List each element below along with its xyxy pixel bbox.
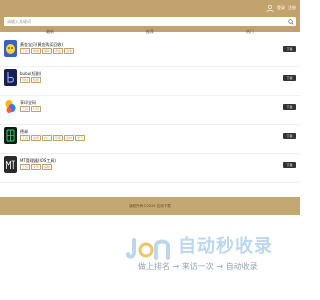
app-tag[interactable]: 黄金 xyxy=(53,48,64,54)
app-name[interactable]: 黄金宝贝(黄金购买回收) xyxy=(20,42,63,47)
app-tags: 工具 文件 编辑 xyxy=(20,164,53,170)
app-tag[interactable]: 工具 xyxy=(20,135,31,141)
login-link[interactable]: 登录 xyxy=(277,5,285,11)
list-item[interactable]: MT管理器(IOS工具) 工具 文件 编辑 下载 xyxy=(0,154,300,183)
app-name[interactable]: 享印全码 xyxy=(20,100,36,105)
bubu-b-icon[interactable] xyxy=(4,69,17,86)
list-item[interactable]: bubu(短剧) 视频 短剧 下载 xyxy=(0,67,300,96)
list-item[interactable]: 德昶 工具 效率 办公 管理 协作 学习 下载 xyxy=(0,125,300,154)
list-item[interactable]: 黄金宝贝(黄金购买回收) 工具 购物 理财 黄金 回收 下载 xyxy=(0,38,300,67)
app-tag[interactable]: 办公 xyxy=(42,135,53,141)
yellow-character-icon[interactable] xyxy=(4,40,17,57)
category-tabs: 最新 推荐 热门 xyxy=(0,28,300,36)
register-link[interactable]: 注册 xyxy=(288,5,296,11)
app-tag[interactable]: 视频 xyxy=(20,77,31,83)
download-button[interactable]: 下载 xyxy=(283,104,296,110)
page-footer: 版权所有©2025 应用下载 xyxy=(0,197,300,215)
app-tag[interactable]: 文件 xyxy=(31,164,42,170)
search-bar xyxy=(4,17,296,26)
app-tag[interactable]: 理财 xyxy=(42,48,53,54)
download-button[interactable]: 下载 xyxy=(283,133,296,139)
download-button[interactable]: 下载 xyxy=(283,162,296,168)
app-tag[interactable]: 学习 xyxy=(75,135,86,141)
app-tags: 工具 打印 xyxy=(20,106,42,112)
app-tag[interactable]: 协作 xyxy=(64,135,75,141)
app-name[interactable]: MT管理器(IOS工具) xyxy=(20,158,56,163)
user-area: 登录 注册 xyxy=(266,2,296,14)
app-tags: 视频 短剧 xyxy=(20,77,42,83)
download-button[interactable]: 下载 xyxy=(283,46,296,52)
app-tag[interactable]: 打印 xyxy=(31,106,42,112)
search-icon[interactable] xyxy=(288,18,294,25)
watermark-title: 自动秒收录 xyxy=(178,236,273,257)
app-tag[interactable]: 购物 xyxy=(31,48,42,54)
app-tag[interactable]: 回收 xyxy=(64,48,75,54)
app-tag[interactable]: 工具 xyxy=(20,164,31,170)
watermark-logo xyxy=(126,238,170,260)
mt-tool-icon[interactable] xyxy=(4,156,17,173)
app-tag[interactable]: 短剧 xyxy=(31,77,42,83)
user-icon[interactable] xyxy=(266,4,274,13)
app-name[interactable]: bubu(短剧) xyxy=(20,71,41,76)
app-tag[interactable]: 编辑 xyxy=(42,164,53,170)
app-list: 黄金宝贝(黄金购买回收) 工具 购物 理财 黄金 回收 下载 bubu(短剧) … xyxy=(0,38,300,183)
search-input[interactable] xyxy=(4,17,284,26)
tab-popular[interactable]: 热门 xyxy=(246,29,254,35)
tab-latest[interactable]: 最新 xyxy=(46,29,54,35)
app-tags: 工具 效率 办公 管理 协作 学习 xyxy=(20,135,86,141)
list-item[interactable]: 享印全码 工具 打印 下载 xyxy=(0,96,300,125)
app-name[interactable]: 德昶 xyxy=(20,129,28,134)
green-grid-icon[interactable] xyxy=(4,127,17,144)
download-button[interactable]: 下载 xyxy=(283,75,296,81)
app-tag[interactable]: 管理 xyxy=(53,135,64,141)
app-tag[interactable]: 效率 xyxy=(31,135,42,141)
app-tag[interactable]: 工具 xyxy=(20,106,31,112)
colorful-leaf-icon[interactable] xyxy=(4,98,17,115)
watermark: 自动秒收录 做上排名 → 来访一次 → 自动收录 xyxy=(126,234,280,276)
tab-recommended[interactable]: 推荐 xyxy=(146,29,154,35)
watermark-subtitle: 做上排名 → 来访一次 → 自动收录 xyxy=(138,262,258,271)
footer-copyright: 版权所有©2025 应用下载 xyxy=(129,204,171,208)
app-tags: 工具 购物 理财 黄金 回收 xyxy=(20,48,75,54)
site-logo[interactable] xyxy=(4,4,30,18)
app-tag[interactable]: 工具 xyxy=(20,48,31,54)
